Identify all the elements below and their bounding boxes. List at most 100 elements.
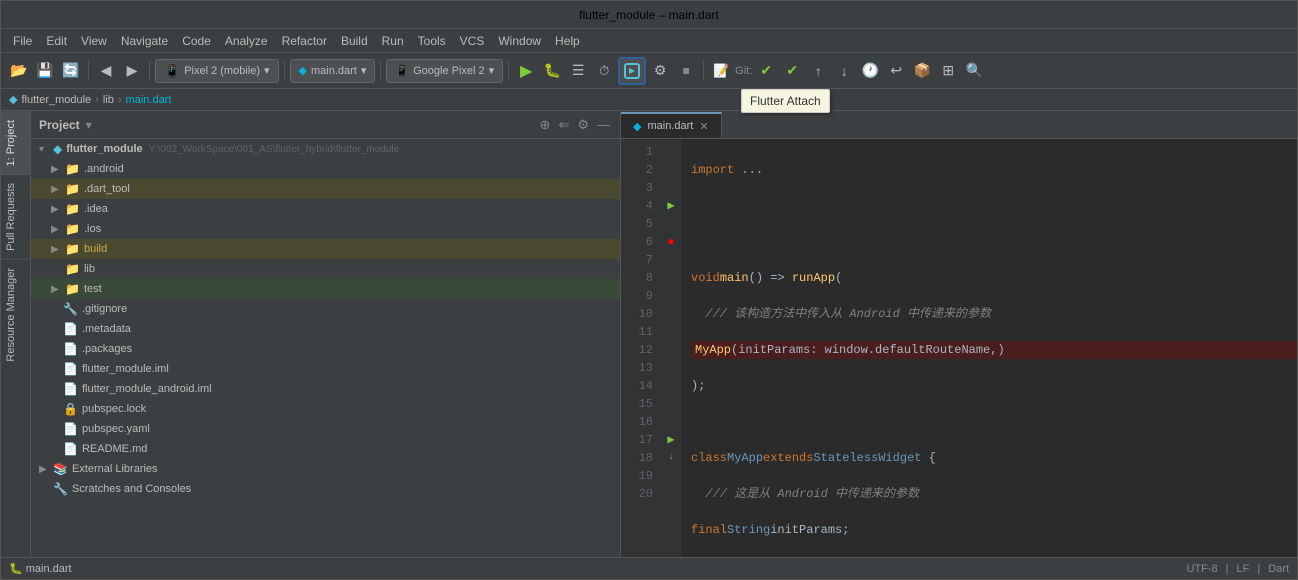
menu-run[interactable]: Run <box>376 32 410 50</box>
settings-icon[interactable]: ⚙ <box>575 115 591 135</box>
open-folder-icon[interactable]: 📂 <box>7 59 31 83</box>
flutter-icon: ◆ <box>9 93 17 106</box>
stop-button[interactable]: ⏹ <box>674 59 698 83</box>
tree-item-packages[interactable]: 📄 .packages <box>31 339 620 359</box>
panel-dropdown-arrow[interactable]: ▾ <box>86 118 92 132</box>
menu-view[interactable]: View <box>75 32 113 50</box>
code-line-1: import ... <box>691 161 1297 179</box>
sync-icon[interactable]: 🔄 <box>59 59 83 83</box>
forward-icon[interactable]: ▶ <box>120 59 144 83</box>
device-selector[interactable]: 📱 Pixel 2 (mobile) ▾ <box>155 59 279 83</box>
run-button[interactable]: ▶ <box>514 59 538 83</box>
coverage-button[interactable]: ☰ <box>566 59 590 83</box>
git-update-icon[interactable]: ✔ <box>780 59 804 83</box>
tree-item-external-libs[interactable]: ▶ 📚 External Libraries <box>31 459 620 479</box>
external-libs-icon: 📚 <box>53 462 68 476</box>
tree-item-pubspec-lock[interactable]: 🔒 pubspec.lock <box>31 399 620 419</box>
git-rollback-icon[interactable]: ↩ <box>884 59 908 83</box>
line-num-3: 3 <box>621 179 653 197</box>
editor-tab-main-dart[interactable]: ◆ main.dart ✕ <box>621 112 722 138</box>
menu-tools[interactable]: Tools <box>412 32 452 50</box>
tree-item-pubspec-yaml[interactable]: 📄 pubspec.yaml <box>31 419 620 439</box>
menu-vcs[interactable]: VCS <box>454 32 491 50</box>
search-everywhere-icon[interactable]: 🔍 <box>962 59 986 83</box>
sidebar-tab-project[interactable]: 1: Project <box>1 111 30 174</box>
profile-button[interactable]: ⏱ <box>592 59 616 83</box>
status-encoding[interactable]: UTF-8 <box>1186 563 1217 575</box>
gutter-4: ▶ <box>661 197 681 215</box>
menu-build[interactable]: Build <box>335 32 374 50</box>
back-icon[interactable]: ◀ <box>94 59 118 83</box>
emulator-selector[interactable]: 📱 Google Pixel 2 ▾ <box>386 59 503 83</box>
debug-button[interactable]: 🐛 <box>540 59 564 83</box>
tree-item-idea[interactable]: ▶ 📁 .idea <box>31 199 620 219</box>
status-line-endings[interactable]: LF <box>1237 563 1250 575</box>
menu-window[interactable]: Window <box>492 32 547 50</box>
tree-item-flutter-module-iml[interactable]: 📄 flutter_module.iml <box>31 359 620 379</box>
close-tab-icon[interactable]: ✕ <box>699 120 708 133</box>
device-name: Pixel 2 (mobile) <box>184 65 260 77</box>
menu-analyze[interactable]: Analyze <box>219 32 274 50</box>
locate-file-icon[interactable]: ⊕ <box>538 115 553 135</box>
tree-item-lib[interactable]: 📁 lib <box>31 259 620 279</box>
tree-item-scratches[interactable]: 🔧 Scratches and Consoles <box>31 479 620 499</box>
commit-icon[interactable]: 📝 <box>709 59 733 83</box>
settings-run-icon[interactable]: ⚙ <box>648 59 672 83</box>
packages-icon: 📄 <box>63 342 78 356</box>
iml-icon: 📄 <box>63 362 78 376</box>
tree-item-gitignore[interactable]: 🔧 .gitignore <box>31 299 620 319</box>
line-num-2: 2 <box>621 161 653 179</box>
gutter-8 <box>661 269 681 287</box>
sidebar-tab-pull-requests[interactable]: Pull Requests <box>1 174 30 259</box>
collapse-all-icon[interactable]: ⇐ <box>556 115 571 135</box>
menu-code[interactable]: Code <box>176 32 217 50</box>
code-line-8 <box>691 413 1297 431</box>
code-area[interactable]: import ... void main() => runApp( /// 该构… <box>681 139 1297 557</box>
toolbar-separator-1 <box>88 61 89 81</box>
gutter-16 <box>661 413 681 431</box>
gutter-14 <box>661 377 681 395</box>
tree-item-build[interactable]: ▶ 📁 build <box>31 239 620 259</box>
tree-item-test[interactable]: ▶ 📁 test <box>31 279 620 299</box>
tree-arrow: ▾ <box>39 144 51 155</box>
tree-item-flutter-android-iml[interactable]: 📄 flutter_module_android.iml <box>31 379 620 399</box>
sidebar-tab-resource-manager[interactable]: Resource Manager <box>1 259 30 370</box>
flutter-attach-tooltip: Flutter Attach <box>741 89 830 113</box>
tree-item-dart-tool[interactable]: ▶ 📁 .dart_tool <box>31 179 620 199</box>
tree-item-metadata[interactable]: 📄 .metadata <box>31 319 620 339</box>
menu-refactor[interactable]: Refactor <box>276 32 333 50</box>
git-push-icon[interactable]: ↑ <box>806 59 830 83</box>
menu-edit[interactable]: Edit <box>40 32 73 50</box>
lock-icon: 🔒 <box>63 402 78 416</box>
menu-help[interactable]: Help <box>549 32 586 50</box>
tree-label: flutter_module.iml <box>82 363 169 375</box>
line-num-4: 4 <box>621 197 653 215</box>
menu-file[interactable]: File <box>7 32 38 50</box>
tree-label: Scratches and Consoles <box>72 483 191 495</box>
tree-item-readme[interactable]: 📄 README.md <box>31 439 620 459</box>
tree-label: pubspec.lock <box>82 403 146 415</box>
git-check-icon[interactable]: ✔ <box>754 59 778 83</box>
breadcrumb-part-3[interactable]: main.dart <box>126 94 172 106</box>
flutter-project-icon: ◆ <box>53 142 62 156</box>
tree-item-android[interactable]: ▶ 📁 .android <box>31 159 620 179</box>
line-num-9: 9 <box>621 287 653 305</box>
git-fetch-icon[interactable]: ↓ <box>832 59 856 83</box>
current-file: main.dart <box>311 65 357 77</box>
tree-arrow: ▶ <box>39 464 51 475</box>
file-selector[interactable]: ◆ main.dart ▾ <box>290 59 376 83</box>
flutter-attach-button[interactable] <box>618 57 646 85</box>
save-icon[interactable]: 💾 <box>33 59 57 83</box>
breadcrumb-part-2[interactable]: lib <box>103 94 114 106</box>
close-panel-icon[interactable]: — <box>595 115 612 135</box>
gutter-7 <box>661 251 681 269</box>
code-line-5: /// 该构造方法中传入从 Android 中传递来的参数 <box>691 305 1297 323</box>
split-icon[interactable]: ⊞ <box>936 59 960 83</box>
git-shelf-icon[interactable]: 📦 <box>910 59 934 83</box>
git-history-icon[interactable]: 🕐 <box>858 59 882 83</box>
gutter-17: ▶ <box>661 431 681 449</box>
tree-item-flutter-module[interactable]: ▾ ◆ flutter_module Y:\002_WorkSpace\001_… <box>31 139 620 159</box>
breadcrumb-part-1[interactable]: flutter_module <box>21 94 91 106</box>
menu-navigate[interactable]: Navigate <box>115 32 174 50</box>
tree-item-ios[interactable]: ▶ 📁 .ios <box>31 219 620 239</box>
